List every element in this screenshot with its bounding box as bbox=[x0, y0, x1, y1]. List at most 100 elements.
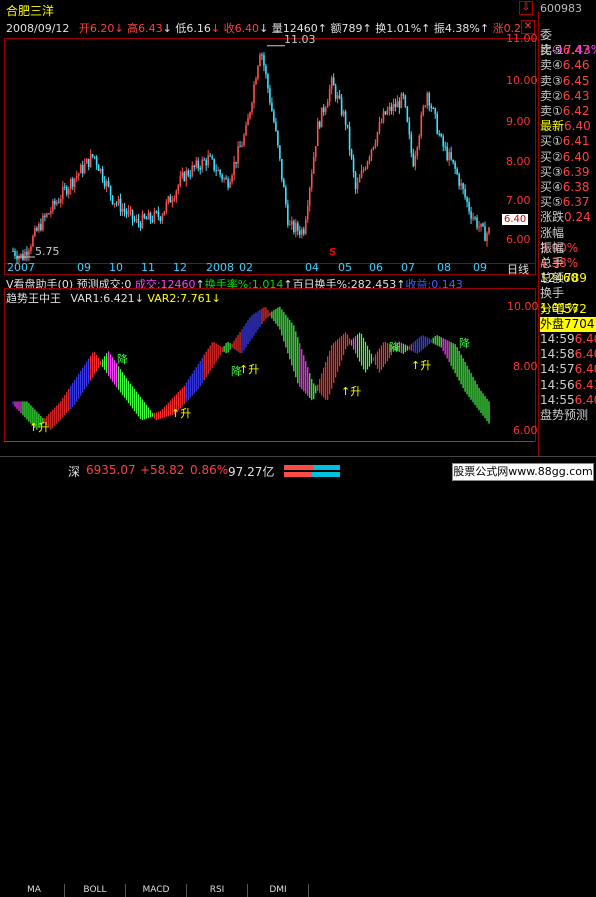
candle-body bbox=[113, 203, 116, 205]
candle-body bbox=[480, 223, 482, 227]
sub-chart-panel[interactable]: ↑升 ↑升 ↑升 ↑升 ↑升降降降降 bbox=[4, 288, 536, 442]
period-label[interactable]: 日线 bbox=[507, 261, 529, 277]
candle-body bbox=[424, 105, 427, 107]
candle-body bbox=[442, 136, 444, 147]
sub-y-axis: 10.00 8.00 6.00 bbox=[505, 288, 540, 440]
tab-rsi[interactable]: RSI bbox=[187, 884, 248, 897]
candle-body bbox=[215, 170, 217, 172]
close-value: 6.40 bbox=[234, 22, 260, 35]
candle-body bbox=[396, 101, 399, 108]
x-tick: 08 bbox=[437, 261, 451, 274]
change: 涨跌0.24 bbox=[540, 210, 596, 225]
buy-level: 买①6.41 bbox=[540, 134, 596, 149]
candle-body bbox=[384, 111, 387, 115]
buy-level-value: 6.40 bbox=[562, 149, 590, 164]
candle-body bbox=[137, 219, 140, 224]
tick-row: 14:576.40 bbox=[540, 362, 596, 377]
amount-value: 789 bbox=[341, 22, 363, 35]
buy-level-label: 买③ bbox=[540, 164, 563, 179]
sell-level-value: 6.42 bbox=[562, 104, 590, 118]
candle-body bbox=[46, 213, 48, 217]
candle-body bbox=[257, 65, 259, 79]
sell-level-value: 6.45 bbox=[562, 73, 590, 88]
candle-body bbox=[241, 145, 243, 147]
candle-body bbox=[378, 122, 381, 133]
candle-body bbox=[79, 164, 82, 174]
up-arrow-icon: ↑ bbox=[317, 22, 327, 35]
price-chart-panel[interactable]: 11.03 5.75 S bbox=[4, 33, 536, 264]
candle-body bbox=[458, 174, 460, 186]
candle-body bbox=[125, 211, 128, 214]
candle-body bbox=[213, 158, 215, 171]
stock-name: 合肥三洋 bbox=[6, 4, 55, 18]
rise-signal-label: ↑升 bbox=[239, 363, 259, 376]
split-trades-label: 分笔 bbox=[540, 301, 565, 316]
candle-body bbox=[40, 223, 42, 231]
x-tick: 2007 bbox=[7, 261, 35, 274]
candle-body bbox=[207, 155, 209, 166]
total-amount: 总额789 bbox=[540, 271, 596, 286]
candle-body bbox=[285, 187, 287, 205]
candle-body bbox=[336, 95, 339, 99]
candle-body bbox=[135, 219, 138, 221]
candle-body bbox=[245, 125, 247, 136]
sell-level-label: 卖④ bbox=[540, 58, 563, 73]
tick-row-label: 14:59 bbox=[540, 332, 575, 346]
quote-date: 2008/09/12 bbox=[6, 22, 70, 35]
candle-body bbox=[454, 162, 456, 169]
candle-body bbox=[159, 216, 162, 221]
tick-row-value: 6.41 bbox=[574, 377, 596, 392]
tab-dmi[interactable]: DMI bbox=[248, 884, 309, 897]
candle-body bbox=[237, 146, 239, 164]
candle-body bbox=[416, 147, 419, 156]
tab-macd[interactable]: MACD bbox=[126, 884, 187, 897]
candle-body bbox=[193, 165, 196, 168]
candle-body bbox=[412, 153, 415, 167]
candle-body bbox=[155, 211, 158, 213]
candle-body bbox=[201, 159, 204, 170]
tick-row-value: 6.40 bbox=[574, 392, 596, 407]
total-amount-value: 789 bbox=[564, 271, 587, 286]
candle-body bbox=[308, 187, 311, 206]
candle-body bbox=[85, 158, 88, 164]
turnover-label: 换 bbox=[375, 22, 387, 35]
tab-ma[interactable]: MA bbox=[4, 884, 65, 897]
rise-signal-label: ↑升 bbox=[29, 421, 49, 434]
sell-level-label: 卖⑤ bbox=[540, 43, 563, 58]
candle-body bbox=[265, 65, 267, 75]
candle-body bbox=[69, 178, 72, 189]
candle-body bbox=[141, 214, 144, 229]
candle-body bbox=[324, 107, 327, 113]
index-value: 6935.07 bbox=[86, 463, 136, 477]
candle-body bbox=[253, 84, 255, 103]
candle-body bbox=[151, 219, 154, 222]
candle-body bbox=[54, 200, 56, 205]
candle-body bbox=[147, 212, 150, 220]
candle-body bbox=[73, 178, 76, 187]
candle-body bbox=[105, 180, 108, 187]
candle-body bbox=[354, 172, 357, 190]
candle-body bbox=[432, 108, 435, 110]
candle-body bbox=[304, 219, 307, 234]
candle-body bbox=[209, 155, 211, 157]
tick-row-label: 14:57 bbox=[540, 362, 575, 377]
candle-body bbox=[426, 92, 429, 106]
x-tick: 10 bbox=[109, 261, 123, 274]
tick-row-label: 14:56 bbox=[540, 377, 575, 392]
candle-body bbox=[187, 170, 190, 176]
candle-body bbox=[219, 169, 221, 175]
sell-level: 卖⑤6.47 bbox=[540, 43, 596, 58]
y-tick: 10.00 bbox=[507, 300, 539, 313]
tab-boll[interactable]: BOLL bbox=[65, 884, 126, 897]
candle-body bbox=[456, 168, 458, 175]
menu-icon[interactable]: ⇩ bbox=[519, 1, 533, 15]
volume-label: 量 bbox=[271, 22, 283, 35]
candle-body bbox=[175, 190, 178, 199]
candle-body bbox=[376, 132, 379, 143]
site-watermark: 股票公式网www.88gg.com bbox=[452, 463, 594, 481]
candle-body bbox=[322, 107, 325, 113]
up-arrow-icon: ↑ bbox=[421, 22, 431, 35]
buy-level: 买②6.40 bbox=[540, 150, 596, 165]
candle-body bbox=[390, 106, 393, 112]
date-axis: 2007 09 10 11 12 2008 02 04 05 06 07 08 … bbox=[4, 261, 536, 277]
